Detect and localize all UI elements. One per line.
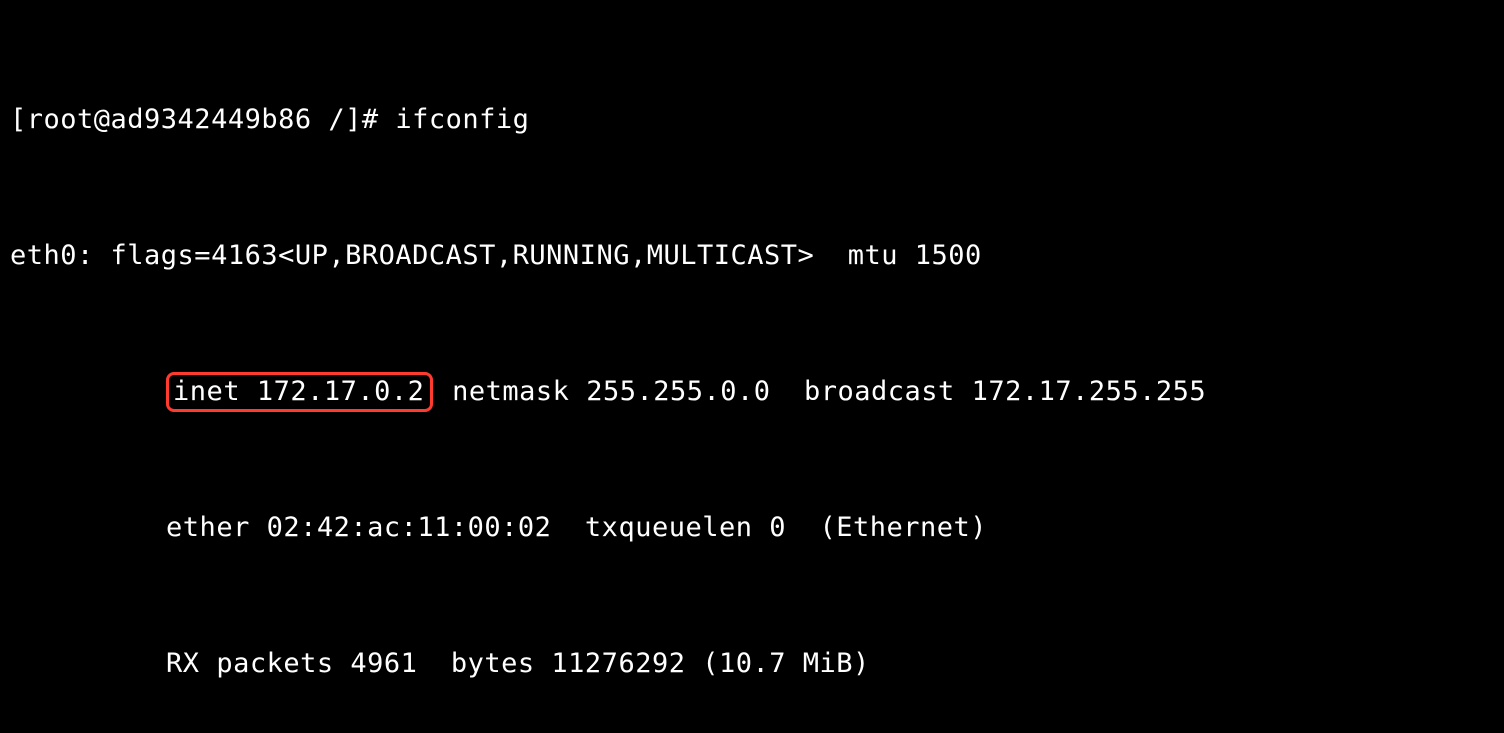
eth0-header: eth0: flags=4163<UP,BROADCAST,RUNNING,MU… <box>10 233 1494 278</box>
eth0-rx-packets: RX packets 4961 bytes 11276292 (10.7 MiB… <box>10 641 1494 686</box>
prompt-line: [root@ad9342449b86 /]# ifconfig <box>10 97 1494 142</box>
eth0-inet-line: inet 172.17.0.2 netmask 255.255.0.0 broa… <box>10 369 1494 414</box>
eth0-ether-line: ether 02:42:ac:11:00:02 txqueuelen 0 (Et… <box>10 505 1494 550</box>
inet-highlight: inet 172.17.0.2 <box>166 372 433 412</box>
eth0-inet-rest: netmask 255.255.0.0 broadcast 172.17.255… <box>435 376 1206 407</box>
terminal-output[interactable]: [root@ad9342449b86 /]# ifconfig eth0: fl… <box>0 0 1504 733</box>
